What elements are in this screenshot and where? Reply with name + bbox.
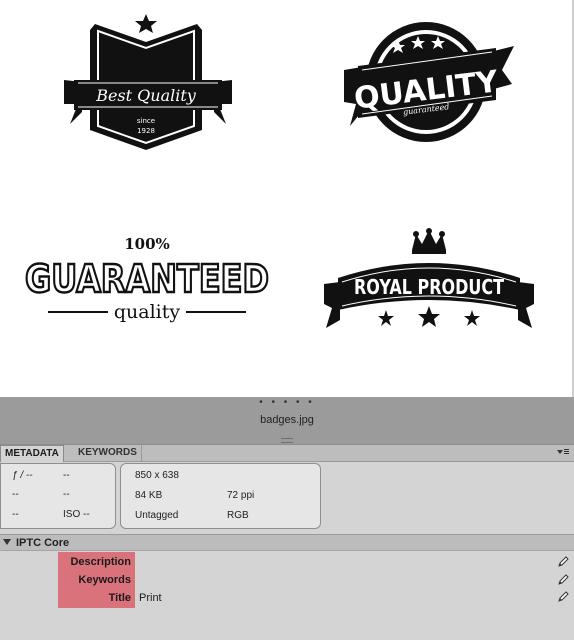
color-mode: RGB	[227, 510, 249, 521]
royal-product-badge: ROYAL PRODUCT	[324, 228, 534, 328]
badge3-title: GUARANTEED	[25, 257, 269, 301]
best-quality-badge: Best Quality since 1928	[64, 14, 232, 150]
image-preview[interactable]: Best Quality since 1928 QUALITY guarante…	[0, 0, 574, 397]
badge3-percent: 100%	[124, 235, 170, 253]
edit-title-pencil-icon[interactable]	[557, 591, 569, 603]
guaranteed-badge: 100% GUARANTEED quality	[24, 235, 271, 323]
iptc-core-title: IPTC Core	[16, 537, 70, 549]
badge1-since: since	[137, 117, 155, 125]
quality-guaranteed-badge: QUALITY guaranteed	[344, 22, 514, 142]
camera-data-box: ƒ / -- -- -- -- -- ISO --	[0, 463, 116, 529]
badge3-subtitle: quality	[114, 301, 181, 323]
preview-caption-bar: • • • • • badges.jpg	[0, 397, 574, 444]
badge1-title: Best Quality	[95, 86, 197, 105]
tab-metadata[interactable]: METADATA	[0, 445, 64, 462]
badge1-year: 1928	[137, 127, 155, 135]
title-label: Title	[108, 592, 131, 604]
color-profile: Untagged	[135, 510, 179, 521]
exposure-value: --	[12, 489, 19, 500]
edit-keywords-pencil-icon[interactable]	[557, 574, 569, 586]
title-value[interactable]: Print	[139, 592, 162, 604]
iptc-core-header[interactable]: IPTC Core	[0, 534, 574, 551]
tab-keywords[interactable]: KEYWORDS	[74, 445, 142, 462]
panel-resize-grip[interactable]	[281, 438, 293, 443]
keywords-label: Keywords	[78, 574, 131, 586]
description-label: Description	[70, 556, 131, 568]
flash-value: --	[63, 489, 70, 500]
resolution: 72 ppi	[227, 490, 255, 501]
shutter-speed-value: --	[63, 470, 70, 481]
badge4-title: ROYAL PRODUCT	[354, 275, 504, 299]
preview-filename: badges.jpg	[260, 414, 314, 426]
disclosure-triangle-icon[interactable]	[3, 539, 11, 545]
resize-dots[interactable]: • • • • •	[0, 398, 574, 408]
aperture-value: ƒ / --	[12, 470, 33, 481]
panel-menu-icon[interactable]	[556, 446, 570, 460]
panel-tab-bar: METADATA KEYWORDS	[0, 444, 574, 462]
file-size: 84 KB	[135, 490, 163, 501]
image-dimensions: 850 x 638	[135, 470, 179, 481]
iso-value: ISO --	[63, 509, 90, 520]
focal-length-value: --	[12, 509, 19, 520]
edit-description-pencil-icon[interactable]	[557, 556, 569, 568]
file-info-box: 850 x 638 84 KB 72 ppi Untagged RGB	[120, 463, 321, 529]
